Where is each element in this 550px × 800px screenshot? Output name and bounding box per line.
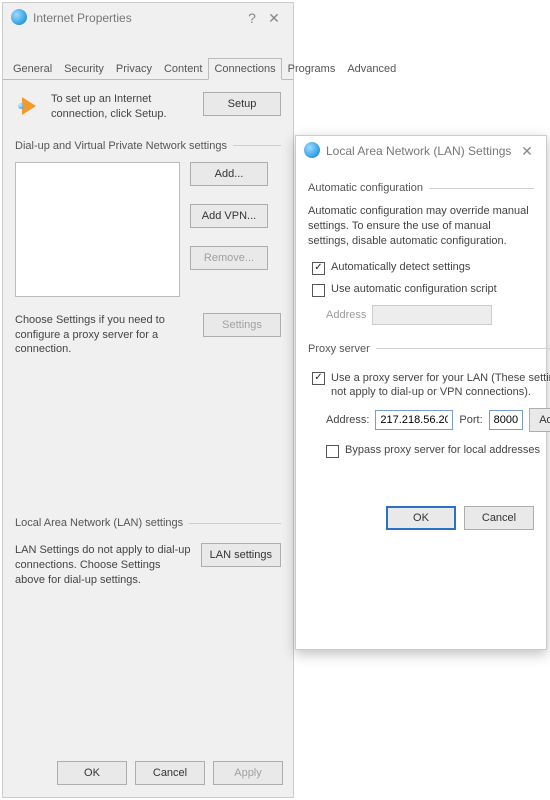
apply-button[interactable]: Apply — [213, 761, 283, 785]
lan-bottom-bar: OK Cancel — [296, 492, 546, 544]
connections-pane: To set up an Internet connection, click … — [3, 80, 293, 610]
proxy-port-input[interactable] — [489, 410, 523, 430]
globe-icon — [304, 142, 320, 161]
proxy-address-input[interactable] — [375, 410, 453, 430]
settings-help-text: Choose Settings if you need to configure… — [15, 313, 193, 358]
script-address-label: Address — [326, 309, 366, 321]
tab-advanced[interactable]: Advanced — [341, 58, 402, 80]
ip-bottom-bar: OK Cancel Apply — [3, 751, 293, 797]
setup-button[interactable]: Setup — [203, 92, 281, 116]
settings-button[interactable]: Settings — [203, 313, 281, 337]
auto-script-label: Use automatic configuration script — [331, 283, 497, 295]
proxy-fieldset: Proxy server Use a proxy server for your… — [308, 343, 550, 467]
dvpn-legend: Dial-up and Virtual Private Network sett… — [15, 140, 233, 152]
dvpn-fieldset: Dial-up and Virtual Private Network sett… — [15, 140, 281, 358]
proxy-legend: Proxy server — [308, 343, 376, 355]
lan-help-text: LAN Settings do not apply to dial-up con… — [15, 543, 191, 588]
ip-tabs: General Security Privacy Content Connect… — [3, 57, 293, 80]
lan-title: Local Area Network (LAN) Settings — [326, 144, 511, 158]
add-vpn-button[interactable]: Add VPN... — [190, 204, 268, 228]
setup-arrow-icon — [15, 92, 43, 120]
auto-detect-label: Automatically detect settings — [331, 261, 470, 273]
close-button[interactable]: ✕ — [263, 10, 285, 27]
auto-config-fieldset: Automatic configuration Automatic config… — [308, 182, 534, 327]
ok-button[interactable]: OK — [57, 761, 127, 785]
script-address-input — [372, 305, 492, 325]
add-button[interactable]: Add... — [190, 162, 268, 186]
auto-config-desc: Automatic configuration may override man… — [308, 204, 534, 249]
tab-general[interactable]: General — [7, 58, 58, 80]
lan-fieldset: Local Area Network (LAN) settings LAN Se… — [15, 517, 281, 588]
setup-text: To set up an Internet connection, click … — [51, 92, 195, 122]
proxy-port-label: Port: — [459, 414, 482, 426]
remove-button[interactable]: Remove... — [190, 246, 268, 270]
lan-settings-window: Local Area Network (LAN) Settings ✕ Auto… — [295, 135, 547, 650]
lan-settings-button[interactable]: LAN settings — [201, 543, 281, 567]
proxy-address-label: Address: — [326, 414, 369, 426]
lan-titlebar: Local Area Network (LAN) Settings ✕ — [296, 136, 546, 166]
use-proxy-checkbox[interactable] — [312, 372, 325, 385]
bypass-local-checkbox[interactable] — [326, 445, 339, 458]
globe-icon — [11, 9, 27, 28]
internet-properties-window: Internet Properties ? ✕ General Security… — [2, 2, 294, 798]
help-button[interactable]: ? — [241, 10, 263, 26]
auto-config-legend: Automatic configuration — [308, 182, 429, 194]
lan-cancel-button[interactable]: Cancel — [464, 506, 534, 530]
bypass-local-label: Bypass proxy server for local addresses — [345, 444, 540, 456]
use-proxy-label: Use a proxy server for your LAN (These s… — [331, 371, 550, 401]
tab-programs[interactable]: Programs — [282, 58, 342, 80]
lan-legend: Local Area Network (LAN) settings — [15, 517, 189, 529]
lan-ok-button[interactable]: OK — [386, 506, 456, 530]
lan-content: Automatic configuration Automatic config… — [296, 166, 546, 492]
tab-connections[interactable]: Connections — [208, 58, 281, 80]
tab-security[interactable]: Security — [58, 58, 110, 80]
ip-titlebar: Internet Properties ? ✕ — [3, 3, 293, 33]
dvpn-listbox[interactable] — [15, 162, 180, 297]
tab-privacy[interactable]: Privacy — [110, 58, 158, 80]
advanced-button[interactable]: Advanced — [529, 408, 550, 432]
tab-content[interactable]: Content — [158, 58, 209, 80]
auto-detect-checkbox[interactable] — [312, 262, 325, 275]
ip-title: Internet Properties — [33, 11, 132, 25]
cancel-button[interactable]: Cancel — [135, 761, 205, 785]
auto-script-checkbox[interactable] — [312, 284, 325, 297]
close-button[interactable]: ✕ — [516, 143, 538, 160]
